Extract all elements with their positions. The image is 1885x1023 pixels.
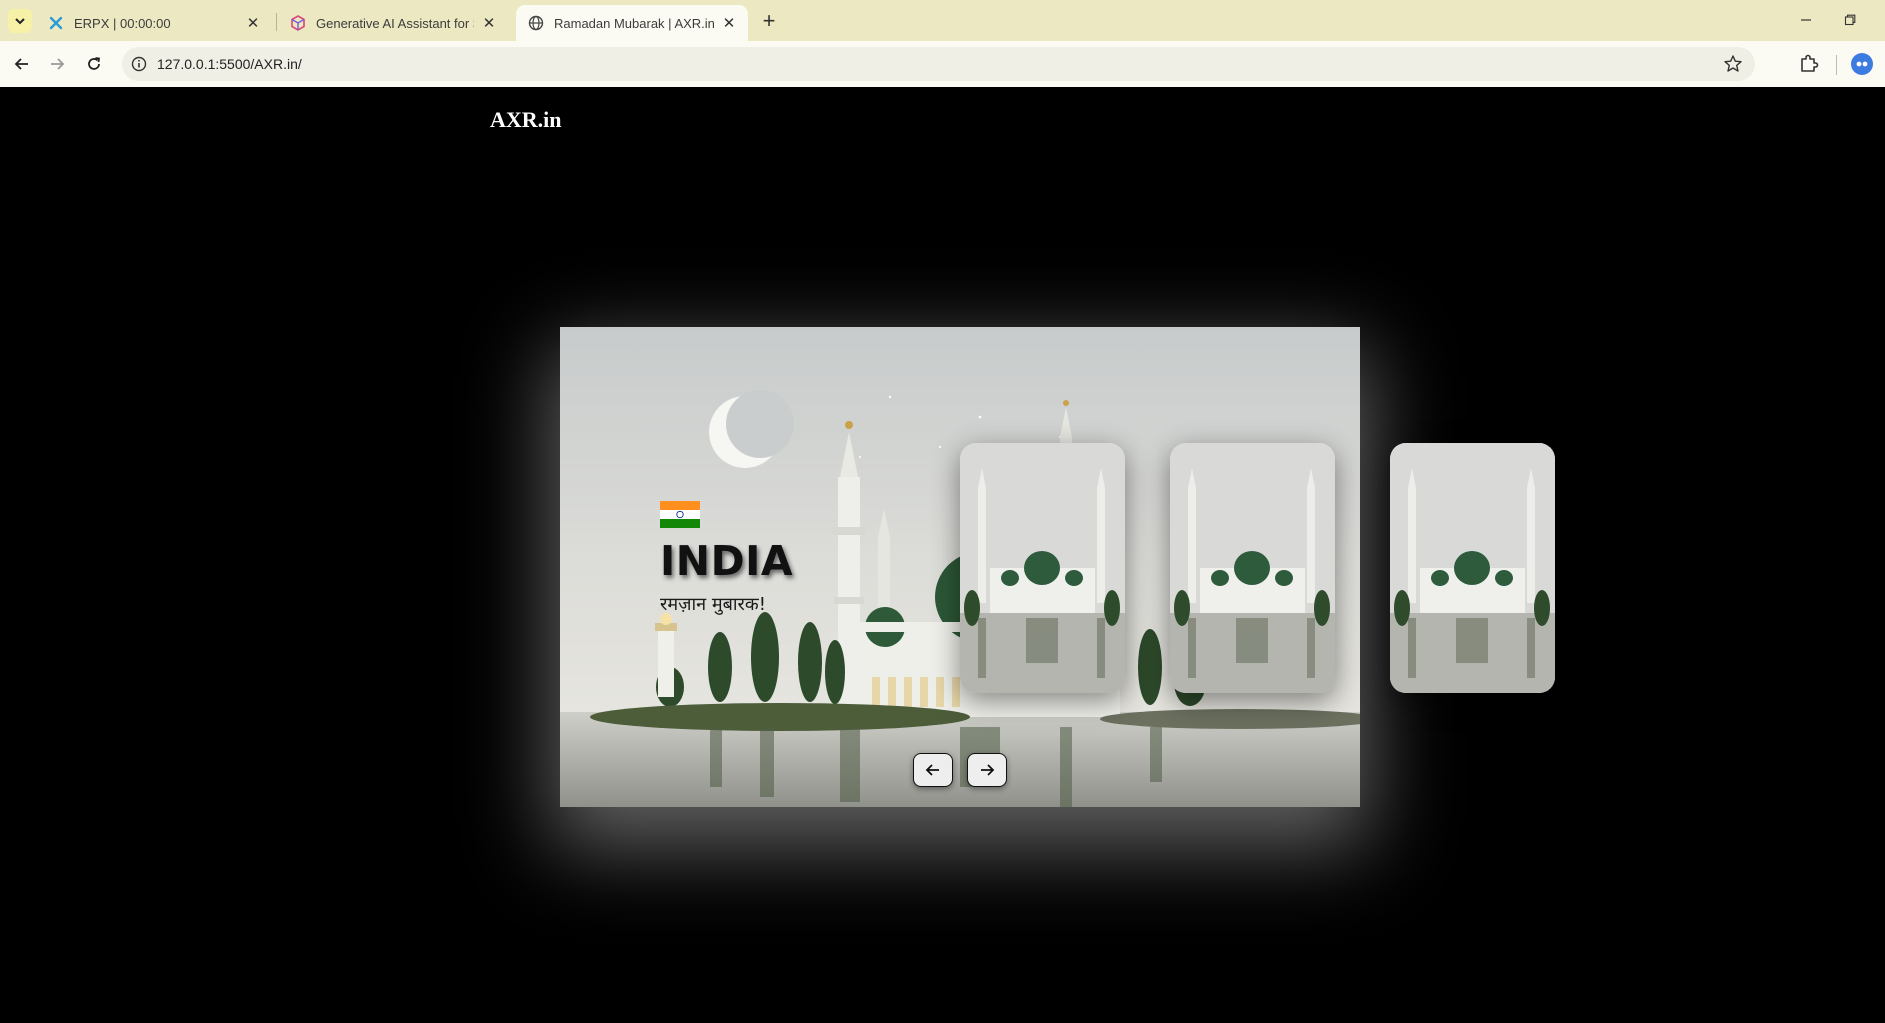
tab-erpx[interactable]: ERPX | 00:00:00 ✕ bbox=[36, 5, 272, 41]
toolbar-divider bbox=[1836, 55, 1837, 75]
browser-toolbar: 127.0.0.1:5500/AXR.in/ bbox=[0, 41, 1885, 87]
new-tab-button[interactable]: + bbox=[756, 8, 782, 34]
close-icon[interactable]: ✕ bbox=[720, 14, 738, 32]
page-viewport: AXR.in INDIA रमज़ान मुबारक! bbox=[0, 87, 1885, 1023]
carousel-card[interactable] bbox=[1390, 443, 1555, 693]
mosque-thumbnail bbox=[1390, 443, 1555, 693]
arrow-right-icon bbox=[981, 764, 995, 776]
arrow-left-icon bbox=[925, 764, 939, 776]
prev-slide-button[interactable] bbox=[913, 753, 953, 787]
mosque-thumbnail bbox=[960, 443, 1125, 693]
info-icon[interactable] bbox=[131, 56, 147, 72]
restore-button[interactable] bbox=[1830, 8, 1870, 32]
tab-title: ERPX | 00:00:00 bbox=[74, 15, 171, 31]
url-text[interactable]: 127.0.0.1:5500/AXR.in/ bbox=[157, 56, 302, 72]
cube-icon bbox=[290, 15, 306, 31]
tab-strip: ERPX | 00:00:00 ✕ Generative AI Assistan… bbox=[0, 0, 1885, 41]
tab-divider bbox=[276, 13, 277, 31]
profile-avatar[interactable] bbox=[1851, 53, 1873, 75]
india-flag-icon bbox=[660, 501, 700, 528]
back-button[interactable] bbox=[8, 50, 36, 78]
close-icon[interactable]: ✕ bbox=[244, 14, 262, 32]
forward-button[interactable] bbox=[43, 50, 71, 78]
tab-search-button[interactable] bbox=[8, 9, 32, 33]
country-title: INDIA bbox=[660, 537, 794, 585]
reload-icon bbox=[88, 57, 101, 70]
carousel-card[interactable] bbox=[960, 443, 1125, 693]
globe-icon bbox=[528, 15, 544, 31]
tab-generative-ai[interactable]: Generative AI Assistant for Soft ✕ bbox=[278, 5, 508, 41]
profile-icon bbox=[1856, 61, 1868, 67]
address-bar[interactable]: 127.0.0.1:5500/AXR.in/ bbox=[122, 47, 1755, 81]
vscode-live-icon bbox=[48, 15, 64, 31]
site-logo[interactable]: AXR.in bbox=[490, 107, 562, 133]
minimize-button[interactable] bbox=[1786, 8, 1826, 32]
extensions-puzzle-icon[interactable] bbox=[1797, 52, 1821, 76]
greeting-text: रमज़ान मुबारक! bbox=[660, 594, 766, 615]
tab-title: Generative AI Assistant for Soft bbox=[316, 15, 474, 31]
carousel-card[interactable] bbox=[1170, 443, 1335, 693]
tab-ramadan-mubarak[interactable]: Ramadan Mubarak | AXR.in ✕ bbox=[516, 5, 748, 41]
bookmark-star-icon[interactable] bbox=[1723, 54, 1743, 74]
tab-title: Ramadan Mubarak | AXR.in bbox=[554, 15, 714, 31]
arrow-left-icon bbox=[14, 58, 28, 70]
arrow-right-icon bbox=[51, 58, 65, 70]
close-icon[interactable]: ✕ bbox=[480, 14, 498, 32]
minimize-icon bbox=[1801, 19, 1811, 21]
mosque-thumbnail bbox=[1170, 443, 1335, 693]
reload-button[interactable] bbox=[80, 50, 108, 78]
restore-icon bbox=[1844, 14, 1856, 26]
chevron-down-icon bbox=[15, 18, 25, 25]
next-slide-button[interactable] bbox=[967, 753, 1007, 787]
